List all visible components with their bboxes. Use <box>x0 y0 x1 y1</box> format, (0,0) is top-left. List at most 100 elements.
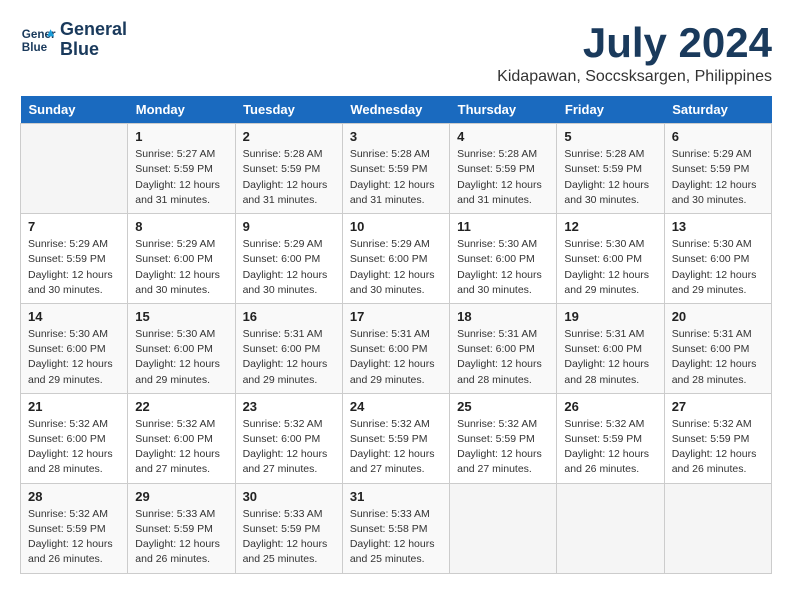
day-cell: 28Sunrise: 5:32 AM Sunset: 5:59 PM Dayli… <box>21 483 128 573</box>
day-number: 17 <box>350 309 442 324</box>
day-info: Sunrise: 5:29 AM Sunset: 6:00 PM Dayligh… <box>135 237 227 298</box>
day-info: Sunrise: 5:30 AM Sunset: 6:00 PM Dayligh… <box>564 237 656 298</box>
day-number: 19 <box>564 309 656 324</box>
day-number: 27 <box>672 399 764 414</box>
day-cell: 26Sunrise: 5:32 AM Sunset: 5:59 PM Dayli… <box>557 393 664 483</box>
day-number: 14 <box>28 309 120 324</box>
day-number: 29 <box>135 489 227 504</box>
day-info: Sunrise: 5:32 AM Sunset: 6:00 PM Dayligh… <box>135 417 227 478</box>
day-cell: 22 Sunrise: 5:32 AM Sunset: 6:00 PM Dayli… <box>128 393 235 483</box>
header-cell-sunday: Sunday <box>21 96 128 124</box>
week-row-3: 14 Sunrise: 5:30 AM Sunset: 6:00 PM Dayli… <box>21 303 772 393</box>
day-cell: 1 Sunrise: 5:27 AM Sunset: 5:59 PM Daylig… <box>128 124 235 214</box>
week-row-5: 28Sunrise: 5:32 AM Sunset: 5:59 PM Dayli… <box>21 483 772 573</box>
day-number: 13 <box>672 219 764 234</box>
day-info: Sunrise: 5:31 AM Sunset: 6:00 PM Dayligh… <box>564 327 656 388</box>
page-title: July 2024 <box>497 20 772 66</box>
day-number: 1 <box>135 129 227 144</box>
week-row-4: 21 Sunrise: 5:32 AM Sunset: 6:00 PM Dayli… <box>21 393 772 483</box>
day-info: Sunrise: 5:31 AM Sunset: 6:00 PM Dayligh… <box>457 327 549 388</box>
logo: General Blue General Blue <box>20 20 127 60</box>
day-number: 7 <box>28 219 120 234</box>
day-info: Sunrise: 5:29 AM Sunset: 5:59 PM Dayligh… <box>28 237 120 298</box>
week-row-1: 1 Sunrise: 5:27 AM Sunset: 5:59 PM Daylig… <box>21 124 772 214</box>
day-number: 10 <box>350 219 442 234</box>
day-cell: 9 Sunrise: 5:29 AM Sunset: 6:00 PM Daylig… <box>235 214 342 304</box>
day-info: Sunrise: 5:30 AM Sunset: 6:00 PM Dayligh… <box>135 327 227 388</box>
day-info: Sunrise: 5:28 AM Sunset: 5:59 PM Dayligh… <box>564 147 656 208</box>
day-cell: 12Sunrise: 5:30 AM Sunset: 6:00 PM Dayli… <box>557 214 664 304</box>
day-info: Sunrise: 5:32 AM Sunset: 6:00 PM Dayligh… <box>28 417 120 478</box>
day-cell: 6 Sunrise: 5:29 AM Sunset: 5:59 PM Daylig… <box>664 124 771 214</box>
day-cell: 18 Sunrise: 5:31 AM Sunset: 6:00 PM Dayli… <box>450 303 557 393</box>
logo-text-line1: General <box>60 20 127 40</box>
day-number: 22 <box>135 399 227 414</box>
day-cell: 7 Sunrise: 5:29 AM Sunset: 5:59 PM Daylig… <box>21 214 128 304</box>
day-number: 31 <box>350 489 442 504</box>
day-number: 11 <box>457 219 549 234</box>
day-number: 5 <box>564 129 656 144</box>
day-info: Sunrise: 5:29 AM Sunset: 6:00 PM Dayligh… <box>350 237 442 298</box>
day-info: Sunrise: 5:30 AM Sunset: 6:00 PM Dayligh… <box>28 327 120 388</box>
day-info: Sunrise: 5:28 AM Sunset: 5:59 PM Dayligh… <box>243 147 335 208</box>
day-number: 26 <box>564 399 656 414</box>
day-info: Sunrise: 5:32 AM Sunset: 5:59 PM Dayligh… <box>457 417 549 478</box>
day-number: 28 <box>28 489 120 504</box>
day-cell: 15 Sunrise: 5:30 AM Sunset: 6:00 PM Dayli… <box>128 303 235 393</box>
day-info: Sunrise: 5:31 AM Sunset: 6:00 PM Dayligh… <box>672 327 764 388</box>
day-info: Sunrise: 5:33 AM Sunset: 5:59 PM Dayligh… <box>135 507 227 568</box>
day-cell: 27 Sunrise: 5:32 AM Sunset: 5:59 PM Dayli… <box>664 393 771 483</box>
day-cell: 30Sunrise: 5:33 AM Sunset: 5:59 PM Dayli… <box>235 483 342 573</box>
page-subtitle: Kidapawan, Soccsksargen, Philippines <box>497 68 772 86</box>
day-cell: 2 Sunrise: 5:28 AM Sunset: 5:59 PM Daylig… <box>235 124 342 214</box>
day-info: Sunrise: 5:30 AM Sunset: 6:00 PM Dayligh… <box>672 237 764 298</box>
day-info: Sunrise: 5:30 AM Sunset: 6:00 PM Dayligh… <box>457 237 549 298</box>
logo-text-line2: Blue <box>60 40 127 60</box>
day-number: 24 <box>350 399 442 414</box>
header-cell-tuesday: Tuesday <box>235 96 342 124</box>
day-number: 3 <box>350 129 442 144</box>
day-info: Sunrise: 5:31 AM Sunset: 6:00 PM Dayligh… <box>350 327 442 388</box>
day-info: Sunrise: 5:32 AM Sunset: 6:00 PM Dayligh… <box>243 417 335 478</box>
day-info: Sunrise: 5:28 AM Sunset: 5:59 PM Dayligh… <box>350 147 442 208</box>
day-cell: 29 Sunrise: 5:33 AM Sunset: 5:59 PM Dayli… <box>128 483 235 573</box>
header-cell-saturday: Saturday <box>664 96 771 124</box>
day-cell: 4 Sunrise: 5:28 AM Sunset: 5:59 PM Daylig… <box>450 124 557 214</box>
week-row-2: 7 Sunrise: 5:29 AM Sunset: 5:59 PM Daylig… <box>21 214 772 304</box>
day-cell: 11 Sunrise: 5:30 AM Sunset: 6:00 PM Dayli… <box>450 214 557 304</box>
day-cell <box>557 483 664 573</box>
day-cell <box>21 124 128 214</box>
day-number: 4 <box>457 129 549 144</box>
day-info: Sunrise: 5:32 AM Sunset: 5:59 PM Dayligh… <box>350 417 442 478</box>
svg-text:Blue: Blue <box>22 41 48 54</box>
day-number: 20 <box>672 309 764 324</box>
day-number: 9 <box>243 219 335 234</box>
header: General Blue General Blue July 2024 Kida… <box>20 20 772 86</box>
calendar-table: SundayMondayTuesdayWednesdayThursdayFrid… <box>20 96 772 573</box>
day-cell: 19 Sunrise: 5:31 AM Sunset: 6:00 PM Dayli… <box>557 303 664 393</box>
day-number: 6 <box>672 129 764 144</box>
day-number: 2 <box>243 129 335 144</box>
day-number: 18 <box>457 309 549 324</box>
day-number: 16 <box>243 309 335 324</box>
day-number: 21 <box>28 399 120 414</box>
day-cell: 13 Sunrise: 5:30 AM Sunset: 6:00 PM Dayli… <box>664 214 771 304</box>
day-info: Sunrise: 5:33 AM Sunset: 5:58 PM Dayligh… <box>350 507 442 568</box>
day-info: Sunrise: 5:29 AM Sunset: 6:00 PM Dayligh… <box>243 237 335 298</box>
day-info: Sunrise: 5:27 AM Sunset: 5:59 PM Dayligh… <box>135 147 227 208</box>
day-cell: 24 Sunrise: 5:32 AM Sunset: 5:59 PM Dayli… <box>342 393 449 483</box>
day-info: Sunrise: 5:32 AM Sunset: 5:59 PM Dayligh… <box>672 417 764 478</box>
day-number: 25 <box>457 399 549 414</box>
day-number: 15 <box>135 309 227 324</box>
day-number: 23 <box>243 399 335 414</box>
day-cell: 23 Sunrise: 5:32 AM Sunset: 6:00 PM Dayli… <box>235 393 342 483</box>
day-info: Sunrise: 5:29 AM Sunset: 5:59 PM Dayligh… <box>672 147 764 208</box>
header-cell-monday: Monday <box>128 96 235 124</box>
header-cell-wednesday: Wednesday <box>342 96 449 124</box>
header-cell-thursday: Thursday <box>450 96 557 124</box>
logo-icon: General Blue <box>20 22 56 58</box>
title-area: July 2024 Kidapawan, Soccsksargen, Phili… <box>497 20 772 86</box>
day-cell <box>450 483 557 573</box>
day-cell: 5 Sunrise: 5:28 AM Sunset: 5:59 PM Daylig… <box>557 124 664 214</box>
day-info: Sunrise: 5:28 AM Sunset: 5:59 PM Dayligh… <box>457 147 549 208</box>
